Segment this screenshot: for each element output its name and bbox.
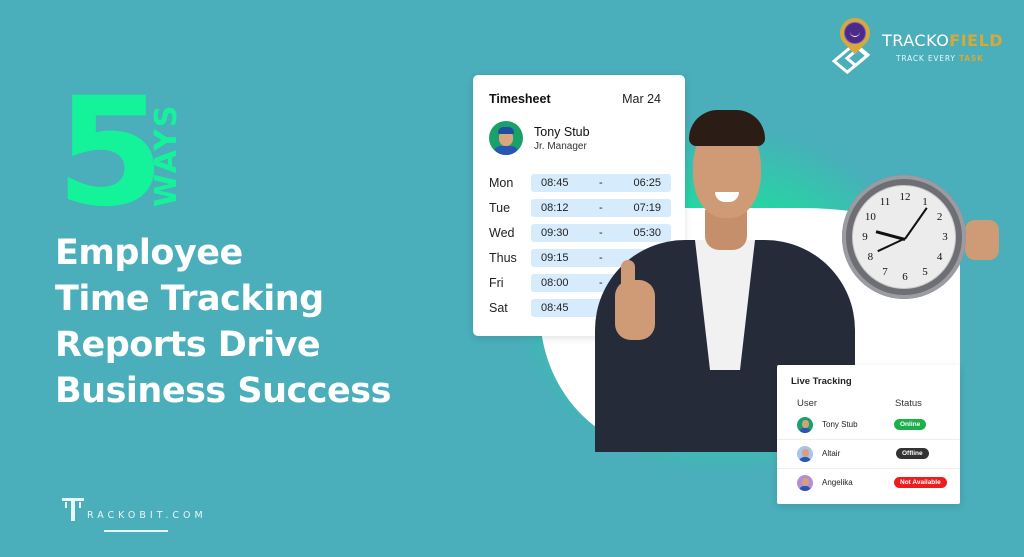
clock-numeral: 7 (882, 265, 888, 278)
second-hand (877, 238, 906, 253)
user-name: Tony Stub (822, 420, 858, 429)
day-label: Wed (489, 226, 515, 240)
clock-numeral: 12 (899, 191, 911, 203)
clock-numeral: 1 (922, 196, 928, 209)
time-in: 08:12 (541, 202, 569, 214)
time-in: 08:00 (541, 277, 569, 289)
trackobit-url: RACKOBIT.COM (87, 510, 207, 521)
live-tracking-row[interactable]: Angelika Not Available (777, 469, 960, 498)
clock-numeral: 6 (902, 271, 908, 283)
headline-ways: WAYS (149, 103, 184, 207)
user-avatar (797, 446, 813, 462)
day-label: Fri (489, 276, 504, 290)
trackobit-logo[interactable]: RACKOBIT.COM (62, 496, 207, 522)
clock-numeral: 4 (936, 251, 943, 263)
trackofield-tagline: TRACK EVERY TASK (896, 54, 984, 63)
day-label: Tue (489, 201, 511, 215)
time-in: 08:45 (541, 177, 569, 189)
headline-number: 5 (55, 66, 165, 240)
user-name: Altair (822, 449, 841, 458)
clock-numeral: 2 (936, 211, 943, 223)
clock-numeral: 9 (862, 231, 868, 243)
clock-numeral: 11 (879, 196, 891, 209)
status-badge: Not Available (894, 477, 947, 488)
user-avatar (797, 417, 813, 433)
day-label: Mon (489, 176, 514, 190)
timesheet-title: Timesheet (489, 92, 551, 106)
day-label: Sat (489, 301, 508, 315)
trackobit-underline (104, 530, 168, 532)
employee-avatar (489, 121, 523, 155)
headline-line: Employee (55, 233, 243, 273)
live-tracking-card: Live Tracking User Status Tony Stub Onli… (777, 365, 960, 504)
time-in: 09:30 (541, 227, 569, 239)
headline-line: Reports Drive (55, 325, 321, 365)
user-avatar (797, 475, 813, 491)
clock-face: 12 1 2 3 4 5 6 7 8 9 10 11 (852, 185, 956, 289)
day-label: Thus (489, 251, 517, 265)
time-in: 09:15 (541, 252, 569, 264)
wall-clock-icon: 12 1 2 3 4 5 6 7 8 9 10 11 (842, 175, 966, 299)
live-tracking-row[interactable]: Tony Stub Online (777, 411, 960, 440)
headline-line: Business Success (55, 371, 391, 411)
trackofield-logo[interactable]: TRACKOFIELD TRACK EVERY TASK (830, 11, 1010, 80)
live-tracking-title: Live Tracking (791, 376, 852, 387)
time-in: 08:45 (541, 302, 569, 314)
column-header-status: Status (895, 398, 922, 409)
hair (689, 110, 765, 146)
live-tracking-row[interactable]: Altair Offline (777, 440, 960, 469)
clock-numeral: 3 (942, 231, 948, 243)
clock-numeral: 10 (864, 211, 876, 223)
column-header-user: User (797, 398, 818, 409)
user-name: Angelika (822, 478, 853, 487)
trackofield-name: TRACKOFIELD (882, 31, 1004, 50)
clock-numeral: 5 (922, 265, 928, 278)
minute-hand (904, 207, 928, 240)
headline-title: Employee Time Tracking Reports Drive Bus… (55, 230, 391, 414)
status-badge: Offline (896, 448, 929, 459)
headline-line: Time Tracking (55, 279, 324, 319)
hand-holding-clock (965, 220, 999, 260)
hand (615, 280, 655, 340)
clock-numeral: 8 (867, 251, 874, 263)
status-badge: Online (894, 419, 927, 430)
trackobit-t-logo-icon (62, 496, 84, 522)
